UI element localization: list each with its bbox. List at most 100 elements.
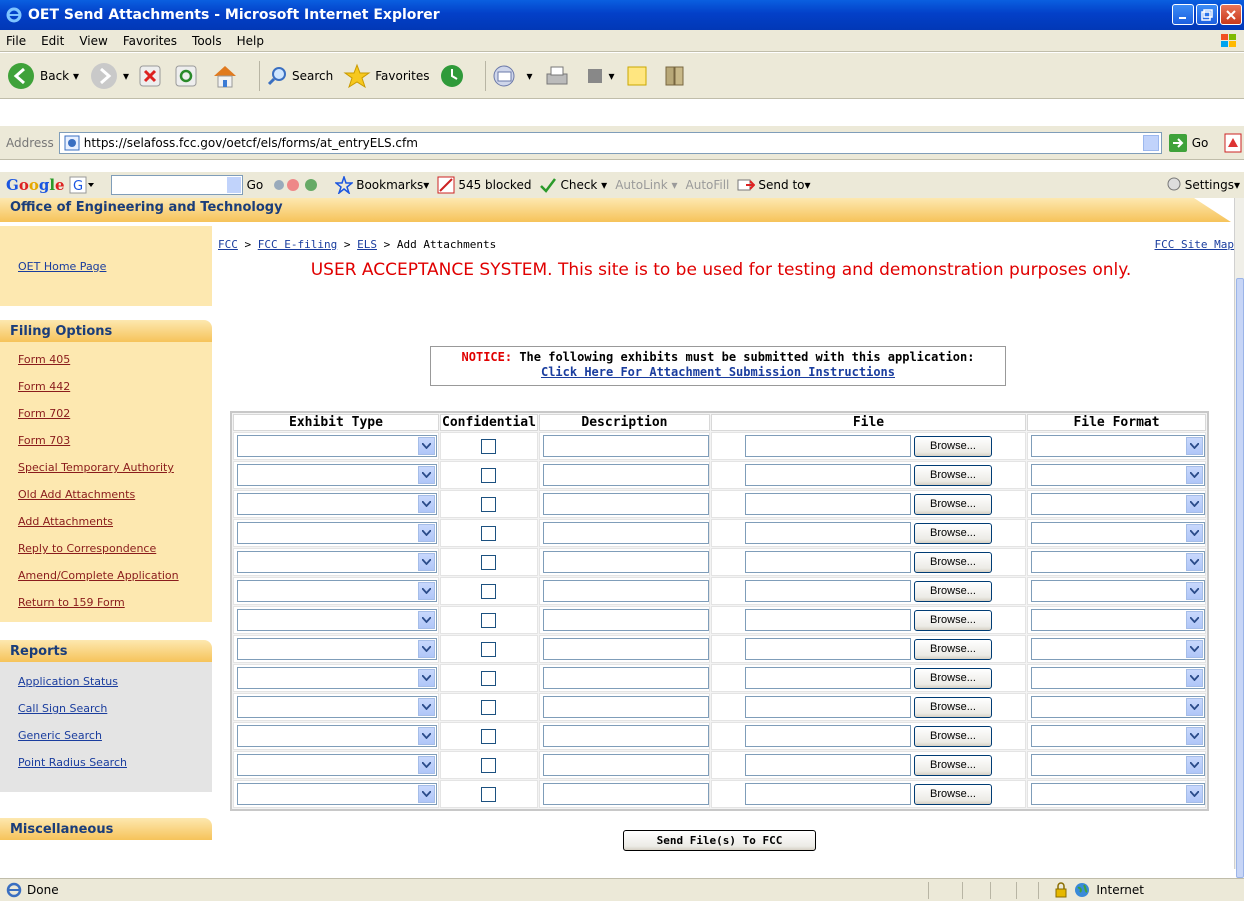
- history-button[interactable]: [439, 63, 469, 89]
- browse-button[interactable]: Browse...: [913, 638, 992, 660]
- send-to-button[interactable]: Send to▾: [758, 178, 810, 192]
- sidebar-item-point-radius-search[interactable]: Point Radius Search: [0, 749, 212, 776]
- file-format-select[interactable]: [1031, 435, 1205, 457]
- close-button[interactable]: [1220, 4, 1242, 25]
- file-format-select[interactable]: [1031, 783, 1205, 805]
- dropdown-arrow[interactable]: [1186, 785, 1203, 803]
- google-go-button[interactable]: Go: [247, 178, 264, 192]
- breadcrumb-efiling[interactable]: FCC E-filing: [258, 238, 337, 251]
- dropdown-arrow[interactable]: [418, 698, 435, 716]
- google-search-input[interactable]: [110, 175, 243, 195]
- confidential-checkbox[interactable]: [481, 467, 497, 483]
- description-input[interactable]: [542, 638, 709, 660]
- exhibit-type-select[interactable]: [237, 696, 437, 718]
- autofill-button[interactable]: AutoFill: [686, 178, 730, 192]
- popup-blocked-count[interactable]: 545 blocked: [458, 178, 531, 192]
- file-format-select[interactable]: [1031, 580, 1205, 602]
- description-input[interactable]: [542, 754, 709, 776]
- browse-button[interactable]: Browse...: [913, 783, 992, 805]
- sidebar-item-generic-search[interactable]: Generic Search: [0, 722, 212, 749]
- confidential-checkbox[interactable]: [481, 670, 497, 686]
- exhibit-type-select[interactable]: [237, 638, 437, 660]
- exhibit-type-select[interactable]: [237, 609, 437, 631]
- dropdown-arrow[interactable]: [418, 437, 435, 455]
- description-input[interactable]: [542, 551, 709, 573]
- description-input[interactable]: [542, 435, 709, 457]
- sidebar-item-form-702[interactable]: Form 702: [0, 400, 212, 427]
- confidential-checkbox[interactable]: [481, 728, 497, 744]
- file-path-input[interactable]: [744, 725, 911, 747]
- scrollbar-thumb[interactable]: [1236, 278, 1244, 878]
- dropdown-arrow[interactable]: [1186, 495, 1203, 513]
- sidebar-item-amend-application[interactable]: Amend/Complete Application: [0, 562, 212, 589]
- browse-button[interactable]: Browse...: [913, 696, 992, 718]
- dropdown-arrow[interactable]: [418, 611, 435, 629]
- file-path-input[interactable]: [744, 493, 911, 515]
- dropdown-arrow[interactable]: [418, 727, 435, 745]
- browse-button[interactable]: Browse...: [913, 493, 992, 515]
- search-button[interactable]: Search: [266, 65, 333, 87]
- maximize-button[interactable]: [1196, 4, 1218, 25]
- discuss-button[interactable]: [625, 64, 653, 88]
- send-files-button[interactable]: Send File(s) To FCC: [623, 830, 816, 851]
- dropdown-arrow[interactable]: [1186, 756, 1203, 774]
- exhibit-type-select[interactable]: [237, 783, 437, 805]
- exhibit-type-select[interactable]: [237, 551, 437, 573]
- refresh-button[interactable]: [175, 65, 201, 87]
- menu-edit[interactable]: Edit: [41, 34, 64, 48]
- menu-file[interactable]: File: [6, 34, 26, 48]
- forward-button[interactable]: ▾: [89, 61, 129, 91]
- menu-view[interactable]: View: [79, 34, 107, 48]
- vertical-scrollbar[interactable]: [1234, 198, 1244, 878]
- dropdown-arrow[interactable]: [1186, 727, 1203, 745]
- description-input[interactable]: [542, 609, 709, 631]
- sidebar-item-add-attachments[interactable]: Add Attachments: [0, 508, 212, 535]
- menu-help[interactable]: Help: [237, 34, 264, 48]
- dropdown-arrow[interactable]: [1186, 640, 1203, 658]
- minimize-button[interactable]: [1172, 4, 1194, 25]
- file-path-input[interactable]: [744, 609, 911, 631]
- dropdown-arrow[interactable]: [418, 640, 435, 658]
- dropdown-arrow[interactable]: [418, 466, 435, 484]
- browse-button[interactable]: Browse...: [913, 522, 992, 544]
- autolink-button[interactable]: AutoLink ▾: [615, 178, 677, 192]
- dropdown-arrow[interactable]: [418, 582, 435, 600]
- exhibit-type-select[interactable]: [237, 580, 437, 602]
- file-path-input[interactable]: [744, 580, 911, 602]
- bookmarks-button[interactable]: Bookmarks▾: [356, 178, 429, 192]
- file-format-select[interactable]: [1031, 551, 1205, 573]
- dropdown-arrow[interactable]: [418, 669, 435, 687]
- description-input[interactable]: [542, 464, 709, 486]
- dropdown-arrow[interactable]: [1186, 582, 1203, 600]
- address-input[interactable]: https://selafoss.fcc.gov/oetcf/els/forms…: [58, 131, 1162, 154]
- sidebar-item-reply-correspondence[interactable]: Reply to Correspondence: [0, 535, 212, 562]
- sidebar-item-call-sign-search[interactable]: Call Sign Search: [0, 695, 212, 722]
- description-input[interactable]: [542, 667, 709, 689]
- home-button[interactable]: [211, 63, 243, 89]
- browse-button[interactable]: Browse...: [913, 464, 992, 486]
- back-button[interactable]: Back ▾: [6, 61, 79, 91]
- dropdown-arrow[interactable]: [1186, 524, 1203, 542]
- browse-button[interactable]: Browse...: [913, 754, 992, 776]
- file-path-input[interactable]: [744, 754, 911, 776]
- dropdown-arrow[interactable]: [1186, 466, 1203, 484]
- sidebar-item-application-status[interactable]: Application Status: [0, 668, 212, 695]
- check-button[interactable]: Check ▾: [560, 178, 607, 192]
- sidebar-item-old-add-attachments[interactable]: Old Add Attachments: [0, 481, 212, 508]
- exhibit-type-select[interactable]: [237, 725, 437, 747]
- file-format-select[interactable]: [1031, 522, 1205, 544]
- sidebar-item-return-159[interactable]: Return to 159 Form: [0, 589, 212, 616]
- file-path-input[interactable]: [744, 638, 911, 660]
- favorites-button[interactable]: Favorites: [343, 63, 429, 89]
- browse-button[interactable]: Browse...: [913, 667, 992, 689]
- file-format-select[interactable]: [1031, 609, 1205, 631]
- file-format-select[interactable]: [1031, 464, 1205, 486]
- file-path-input[interactable]: [744, 435, 911, 457]
- confidential-checkbox[interactable]: [481, 496, 497, 512]
- file-format-select[interactable]: [1031, 725, 1205, 747]
- file-path-input[interactable]: [744, 551, 911, 573]
- file-path-input[interactable]: [744, 696, 911, 718]
- file-format-select[interactable]: [1031, 667, 1205, 689]
- exhibit-type-select[interactable]: [237, 435, 437, 457]
- description-input[interactable]: [542, 580, 709, 602]
